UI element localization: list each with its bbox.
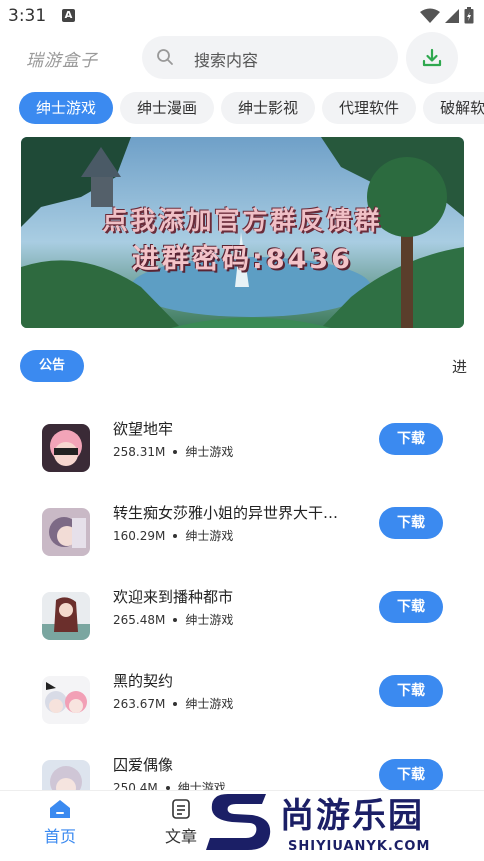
home-icon: [50, 800, 70, 818]
download-button[interactable]: 下载: [379, 591, 443, 623]
app-category: 绅士游戏: [185, 697, 234, 711]
app-meta: 160.29M 绅士游戏: [113, 527, 233, 544]
watermark-text: 尚游乐园: [280, 796, 424, 836]
nav-home-label: 首页: [43, 827, 76, 846]
download-button[interactable]: 下载: [379, 507, 443, 539]
app-size: 263.67M: [113, 697, 166, 711]
category-tabs: 绅士游戏 绅士漫画 绅士影视 代理软件 破解软: [19, 92, 484, 126]
app-name: 黑的契约: [113, 672, 174, 690]
tab-gentleman-comics[interactable]: 绅士漫画: [120, 92, 215, 124]
app-icon: [42, 424, 90, 472]
app-size: 160.29M: [113, 529, 166, 543]
search-placeholder: 搜索内容: [194, 51, 259, 70]
app-meta: 263.67M 绅士游戏: [113, 695, 233, 712]
app-name: 欲望地牢: [113, 420, 174, 438]
app-icon: [42, 508, 90, 556]
separator-dot: [173, 534, 178, 538]
download-button[interactable]: 下载: [379, 423, 443, 455]
app-name: 囚爱偶像: [113, 756, 174, 774]
nav-home[interactable]: 首页: [20, 799, 100, 847]
tab-cracked-software[interactable]: 破解软: [423, 92, 484, 124]
notice-marquee-text[interactable]: 进: [452, 356, 484, 377]
watermark-url: SHIYIUANYK.COM: [288, 839, 431, 854]
app-logo: 瑞游盒子: [26, 51, 98, 71]
list-item[interactable]: 欢迎来到播种都市 265.48M 绅士游戏 下载: [0, 588, 484, 676]
app-size: 258.31M: [113, 445, 166, 459]
banner-text-line2: 进群密码:8436: [132, 244, 353, 275]
list-item[interactable]: 欲望地牢 258.31M 绅士游戏 下载: [0, 420, 484, 508]
app-meta: 265.48M 绅士游戏: [113, 611, 233, 628]
app-category: 绅士游戏: [185, 529, 234, 543]
article-icon: [172, 799, 190, 819]
download-icon: [422, 48, 442, 67]
separator-dot: [173, 450, 178, 454]
status-time: 3:31: [8, 6, 47, 26]
notification-icon: A: [62, 9, 75, 22]
app-meta: 258.31M 绅士游戏: [113, 443, 233, 460]
notice-badge: 公告: [20, 350, 84, 382]
download-button[interactable]: 下载: [379, 675, 443, 707]
separator-dot: [173, 618, 178, 622]
app-icon: [42, 676, 90, 724]
list-item[interactable]: 黑的契约 263.67M 绅士游戏 下载: [0, 672, 484, 760]
signal-icon: [445, 8, 459, 23]
app-icon: [42, 592, 90, 640]
tab-gentleman-games[interactable]: 绅士游戏: [19, 92, 114, 124]
wifi-icon: [420, 8, 440, 23]
separator-dot: [173, 702, 178, 706]
search-icon: [157, 49, 173, 65]
app-size: 265.48M: [113, 613, 166, 627]
watermark-logo-icon: [206, 794, 271, 850]
tab-gentleman-videos[interactable]: 绅士影视: [221, 92, 316, 124]
banner-text-line1: 点我添加官方群反馈群: [102, 206, 383, 235]
promo-banner[interactable]: 点我添加官方群反馈群 进群密码:8436: [21, 137, 464, 328]
download-manager-button[interactable]: [406, 32, 458, 84]
battery-icon: [464, 7, 474, 24]
app-name: 欢迎来到播种都市: [113, 588, 234, 606]
app-category: 绅士游戏: [185, 613, 234, 627]
tab-proxy-software[interactable]: 代理软件: [322, 92, 417, 124]
status-bar: 3:31 A: [0, 0, 484, 32]
watermark: 尚游乐园 SHIYIUANYK.COM: [206, 780, 484, 860]
app-name: 转生痴女莎雅小姐的异世界大干…: [113, 504, 339, 522]
nav-article-label: 文章: [164, 827, 197, 846]
list-item[interactable]: 转生痴女莎雅小姐的异世界大干… 160.29M 绅士游戏 下载: [0, 504, 484, 592]
status-icons: [420, 7, 474, 24]
app-category: 绅士游戏: [185, 445, 234, 459]
search-bar[interactable]: 搜索内容: [142, 36, 398, 79]
